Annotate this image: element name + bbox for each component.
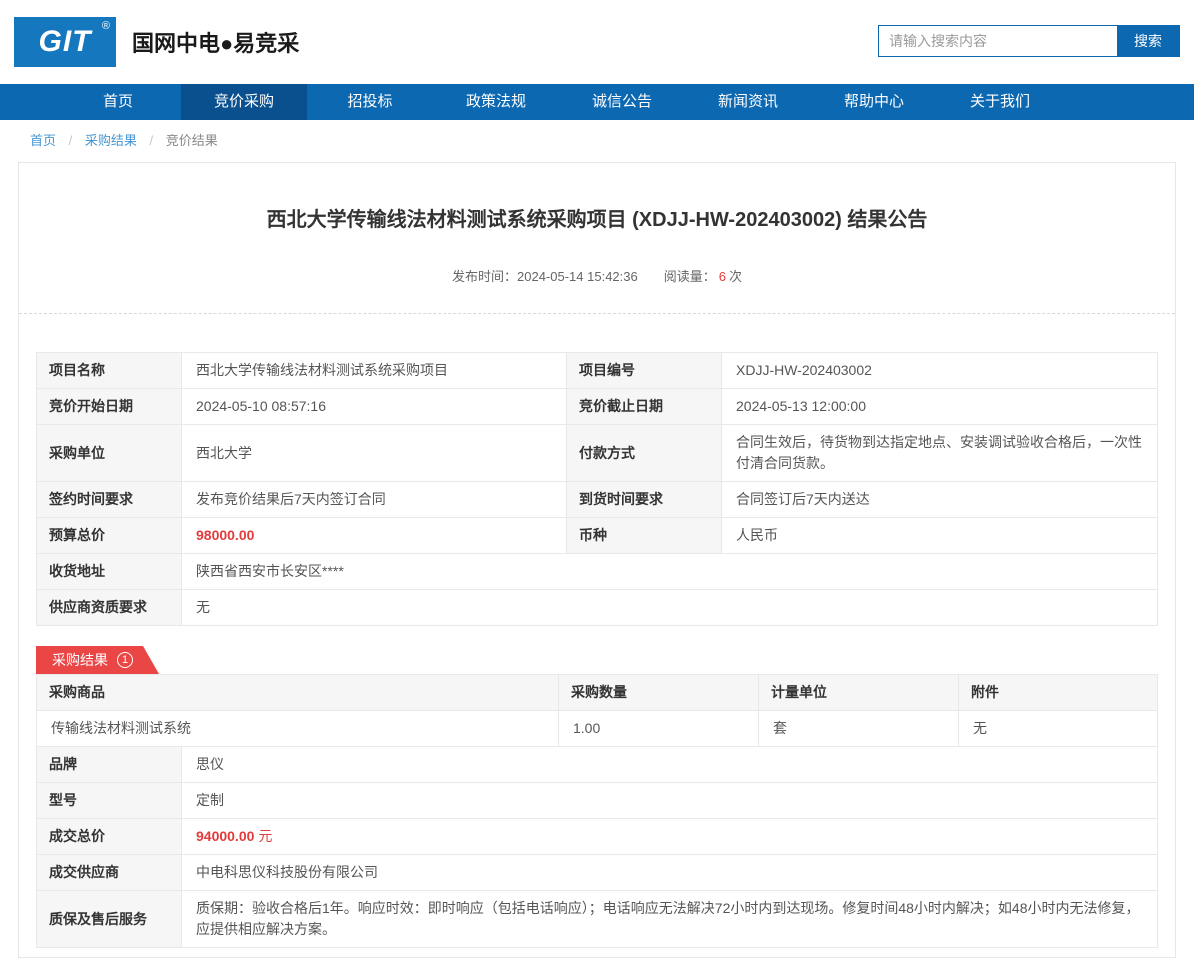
cell-label: 质保及售后服务 [36, 890, 182, 948]
cell-value: XDJJ-HW-202403002 [721, 352, 1158, 389]
registered-trademark-icon: ® [101, 20, 111, 32]
table-header-row: 采购商品 采购数量 计量单位 附件 [36, 674, 1158, 711]
table-row: 传输线法材料测试系统 1.00 套 无 [36, 710, 1158, 747]
cell-label: 项目名称 [36, 352, 182, 389]
search-box: 搜索 [878, 25, 1180, 57]
project-info-table: 项目名称 西北大学传输线法材料测试系统采购项目 项目编号 XDJJ-HW-202… [36, 352, 1158, 626]
nav-item-help[interactable]: 帮助中心 [811, 84, 937, 120]
table-row: 签约时间要求 发布竞价结果后7天内签订合同 到货时间要求 合同签订后7天内送达 [36, 481, 1158, 518]
column-header: 计量单位 [758, 674, 959, 711]
views-count: 6 [718, 269, 726, 284]
publish-time-value: 2024-05-14 15:42:36 [517, 269, 638, 284]
cell-label: 竞价截止日期 [566, 388, 722, 425]
table-row: 成交总价 94000.00 元 [36, 818, 1158, 855]
cell-value budget-price: 98000.00 [181, 517, 567, 554]
cell-label: 预算总价 [36, 517, 182, 554]
article-meta: 发布时间：2024-05-14 15:42:36 阅读量： 6 次 [19, 266, 1175, 285]
cell-label: 型号 [36, 782, 182, 819]
cell-label: 签约时间要求 [36, 481, 182, 518]
result-count-badge: 1 [117, 652, 133, 668]
result-section-header: 采购结果 1 [36, 646, 1158, 674]
table-row: 成交供应商 中电科思仪科技股份有限公司 [36, 854, 1158, 891]
views-unit: 次 [728, 269, 742, 284]
cell-value: 西北大学传输线法材料测试系统采购项目 [181, 352, 567, 389]
table-row: 品牌 思仪 [36, 746, 1158, 783]
cell-value: 陕西省西安市长安区**** [181, 553, 1158, 590]
cell-value: 人民币 [721, 517, 1158, 554]
budget-price: 98000.00 [196, 527, 255, 543]
table-row: 质保及售后服务 质保期：验收合格后1年。响应时效：即时响应（包括电话响应）；电话… [36, 890, 1158, 948]
cell-value: 套 [758, 710, 959, 747]
cell-value: 2024-05-13 12:00:00 [721, 388, 1158, 425]
cell-value: 无 [181, 589, 1158, 626]
site-name: 国网中电●易竞采 [132, 31, 300, 56]
cell-label: 付款方式 [566, 424, 722, 482]
logo[interactable]: GIT ® [14, 17, 116, 67]
cell-value: 合同签订后7天内送达 [721, 481, 1158, 518]
table-row: 收货地址 陕西省西安市长安区**** [36, 553, 1158, 590]
breadcrumb-separator: / [68, 133, 73, 148]
cell-label: 成交总价 [36, 818, 182, 855]
result-badge-label: 采购结果 [52, 652, 108, 668]
result-badge: 采购结果 1 [36, 646, 159, 674]
cell-value: 2024-05-10 08:57:16 [181, 388, 567, 425]
cell-value: 思仪 [181, 746, 1158, 783]
result-detail-table: 品牌 思仪 型号 定制 成交总价 94000.00 元 成交供应商 中电科思仪科技… [36, 746, 1158, 948]
column-header: 采购商品 [36, 674, 559, 711]
site-header: GIT ® 国网中电●易竞采 搜索 [0, 0, 1194, 84]
cell-value: 发布竞价结果后7天内签订合同 [181, 481, 567, 518]
cell-value: 无 [958, 710, 1158, 747]
breadcrumb-home[interactable]: 首页 [30, 133, 56, 148]
cell-value: 94000.00 元 [181, 818, 1158, 855]
search-input[interactable] [879, 26, 1117, 56]
breadcrumb: 首页 / 采购结果 / 竞价结果 [0, 120, 1194, 162]
column-header: 附件 [958, 674, 1158, 711]
breadcrumb-purchase-results[interactable]: 采购结果 [85, 133, 137, 148]
cell-label: 品牌 [36, 746, 182, 783]
cell-value: 合同生效后，待货物到达指定地点、安装调试验收合格后，一次性付清合同货款。 [721, 424, 1158, 482]
deal-price-amount: 94000.00 [196, 828, 255, 844]
cell-label: 采购单位 [36, 424, 182, 482]
table-row: 项目名称 西北大学传输线法材料测试系统采购项目 项目编号 XDJJ-HW-202… [36, 352, 1158, 389]
views-label: 阅读量： [663, 269, 716, 284]
breadcrumb-separator: / [149, 133, 154, 148]
nav-item-bidding-purchase[interactable]: 竞价采购 [181, 84, 307, 120]
table-row: 预算总价 98000.00 币种 人民币 [36, 517, 1158, 554]
cell-value: 西北大学 [181, 424, 567, 482]
cell-value: 定制 [181, 782, 1158, 819]
table-row: 采购单位 西北大学 付款方式 合同生效后，待货物到达指定地点、安装调试验收合格后… [36, 424, 1158, 482]
cell-label: 收货地址 [36, 553, 182, 590]
cell-label: 到货时间要求 [566, 481, 722, 518]
cell-value: 传输线法材料测试系统 [36, 710, 559, 747]
logo-text: GIT [38, 25, 92, 58]
main-nav: 首页 竞价采购 招投标 政策法规 诚信公告 新闻资讯 帮助中心 关于我们 [0, 84, 1194, 120]
table-row: 供应商资质要求 无 [36, 589, 1158, 626]
nav-item-news[interactable]: 新闻资讯 [685, 84, 811, 120]
nav-item-home[interactable]: 首页 [55, 84, 181, 120]
cell-label: 供应商资质要求 [36, 589, 182, 626]
breadcrumb-current: 竞价结果 [165, 133, 218, 148]
cell-label: 项目编号 [566, 352, 722, 389]
cell-value: 1.00 [558, 710, 759, 747]
nav-item-about[interactable]: 关于我们 [937, 84, 1063, 120]
cell-label: 成交供应商 [36, 854, 182, 891]
page-title: 西北大学传输线法材料测试系统采购项目 (XDJJ-HW-202403002) 结… [266, 209, 928, 231]
cell-label: 竞价开始日期 [36, 388, 182, 425]
cell-value: 质保期：验收合格后1年。响应时效：即时响应（包括电话响应）；电话响应无法解决72… [181, 890, 1158, 948]
cell-label: 币种 [566, 517, 722, 554]
nav-item-integrity[interactable]: 诚信公告 [559, 84, 685, 120]
result-product-table: 采购商品 采购数量 计量单位 附件 传输线法材料测试系统 1.00 套 无 [36, 674, 1158, 747]
nav-item-tender[interactable]: 招投标 [307, 84, 433, 120]
deal-price-unit: 元 [258, 828, 273, 844]
table-row: 竞价开始日期 2024-05-10 08:57:16 竞价截止日期 2024-0… [36, 388, 1158, 425]
column-header: 采购数量 [558, 674, 759, 711]
table-row: 型号 定制 [36, 782, 1158, 819]
dashed-divider [19, 313, 1175, 314]
content-card: 西北大学传输线法材料测试系统采购项目 (XDJJ-HW-202403002) 结… [18, 162, 1176, 958]
publish-time-label: 发布时间： [452, 269, 518, 284]
nav-item-policy[interactable]: 政策法规 [433, 84, 559, 120]
cell-value: 中电科思仪科技股份有限公司 [181, 854, 1158, 891]
search-button[interactable]: 搜索 [1117, 26, 1179, 56]
